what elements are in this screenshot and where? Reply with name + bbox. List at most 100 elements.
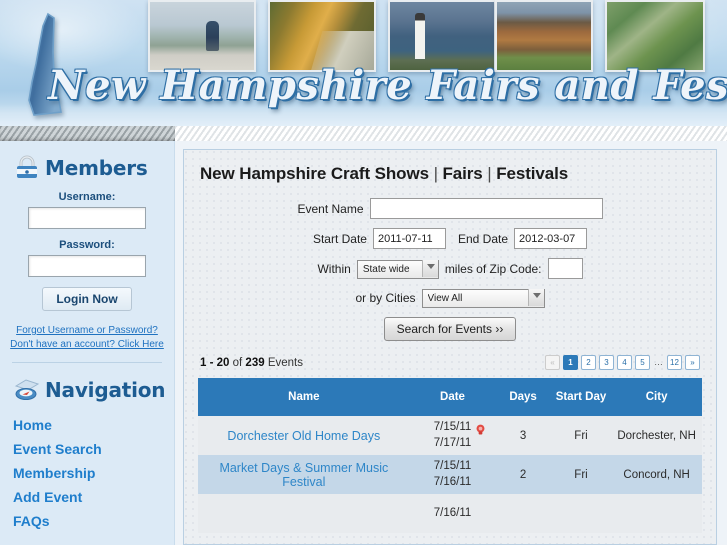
event-link[interactable]: Market Days & Summer Music Festival xyxy=(219,461,388,489)
pagination-next[interactable]: » xyxy=(685,355,700,370)
end-date-input[interactable] xyxy=(514,228,588,249)
event-start-day-cell: Fri xyxy=(550,416,612,455)
red-marker-icon xyxy=(476,424,485,435)
nav-item-membership[interactable]: Membership xyxy=(0,461,174,485)
main-content: New Hampshire Craft Shows | Fairs | Fest… xyxy=(175,141,727,545)
padlock-icon xyxy=(17,155,37,178)
date-end: 7/17/11 xyxy=(433,436,472,449)
form-row-cities: or by Cities View All xyxy=(198,288,702,308)
results-events-word: Events xyxy=(267,356,303,369)
results-range: 1 - 20 xyxy=(200,356,230,369)
date-start: 7/15/11 xyxy=(433,459,472,472)
username-label: Username: xyxy=(58,191,116,203)
pagination-page-4[interactable]: 4 xyxy=(617,355,632,370)
event-city-cell xyxy=(611,494,702,533)
event-name-cell: Dorchester Old Home Days xyxy=(198,416,410,455)
event-search-form: Event Name Start Date End Date Within xyxy=(198,198,702,341)
date-start-wrap: 7/15/11 xyxy=(433,420,485,436)
event-name-cell: Market Days & Summer Music Festival xyxy=(198,455,410,494)
forgot-password-link[interactable]: Forgot Username or Password? xyxy=(0,325,174,336)
cities-label: or by Cities xyxy=(355,291,416,305)
start-date-input[interactable] xyxy=(372,228,446,249)
cities-select[interactable]: View All xyxy=(421,289,545,308)
page-title-part1: New Hampshire Craft Shows xyxy=(200,164,429,183)
event-link[interactable]: Dorchester Old Home Days xyxy=(227,429,380,443)
members-heading: Members xyxy=(0,155,174,181)
members-heading-label: Members xyxy=(45,156,148,180)
event-city-cell: Dorchester, NH xyxy=(611,416,702,455)
sidebar-divider xyxy=(12,362,162,363)
date-end: 7/16/11 xyxy=(433,475,472,488)
miles-zip-label: miles of Zip Code: xyxy=(444,261,542,276)
pagination-page-3[interactable]: 3 xyxy=(599,355,614,370)
page-title-part3: Festivals xyxy=(496,164,569,183)
nav-item-event-search[interactable]: Event Search xyxy=(0,437,174,461)
nav-item-home[interactable]: Home xyxy=(0,413,174,437)
events-table-header-row: Name Date Days Start Day City xyxy=(198,378,702,416)
search-for-events-button[interactable]: Search for Events ›› xyxy=(383,317,517,341)
pagination-page-5[interactable]: 5 xyxy=(635,355,650,370)
pagination-page-2[interactable]: 2 xyxy=(581,355,596,370)
events-table-body: Dorchester Old Home Days 7/15/11 7/17/11… xyxy=(198,416,702,533)
form-row-within: Within State wide miles of Zip Code: xyxy=(198,258,702,279)
date-stack: 7/15/11 7/16/11 xyxy=(434,459,472,490)
password-input[interactable] xyxy=(28,255,146,277)
pagination-ellipsis: … xyxy=(654,357,663,367)
within-select-wrapper: State wide xyxy=(356,259,439,279)
column-header-date[interactable]: Date xyxy=(409,378,496,416)
page-title-part2: Fairs xyxy=(442,164,483,183)
table-row[interactable]: Dorchester Old Home Days 7/15/11 7/17/11… xyxy=(198,416,702,455)
navigation-heading: Navigation xyxy=(0,377,174,403)
date-stack: 7/16/11 xyxy=(434,506,472,522)
page-title-sep2: | xyxy=(482,164,497,183)
pagination: « 1 2 3 4 5 … 12 » xyxy=(545,355,700,370)
column-header-city[interactable]: City xyxy=(611,378,702,416)
within-label: Within xyxy=(317,261,351,276)
date-start: 7/15/11 xyxy=(433,420,472,433)
stripe-divider-right xyxy=(175,126,727,141)
stripe-divider xyxy=(0,126,727,141)
event-start-day-cell: Fri xyxy=(550,455,612,494)
nav-item-add-event[interactable]: Add Event xyxy=(0,485,174,509)
site-wordmark: New Hampshire Fairs and Festivals xyxy=(48,62,727,109)
login-button[interactable]: Login Now xyxy=(42,287,132,311)
zip-code-input[interactable] xyxy=(547,258,583,279)
pagination-page-1[interactable]: 1 xyxy=(563,355,578,370)
events-table: Name Date Days Start Day City Dorchester… xyxy=(198,378,702,533)
form-row-dates: Start Date End Date xyxy=(198,228,702,249)
compass-icon xyxy=(14,379,40,400)
results-count: 1 - 20 of 239 Events xyxy=(200,357,303,369)
event-days-cell: 3 xyxy=(495,416,551,455)
column-header-days[interactable]: Days xyxy=(495,378,551,416)
event-date-cell: 7/15/11 7/16/11 xyxy=(409,455,496,494)
page-title: New Hampshire Craft Shows | Fairs | Fest… xyxy=(200,164,702,184)
event-name-label: Event Name xyxy=(297,201,364,216)
nav-item-faqs[interactable]: FAQs xyxy=(0,509,174,533)
username-input[interactable] xyxy=(28,207,146,229)
results-total: 239 xyxy=(245,356,265,369)
end-date-label: End Date xyxy=(457,231,509,246)
within-select[interactable]: State wide xyxy=(356,259,439,279)
sidebar: Members Username: Password: Login Now Fo… xyxy=(0,141,175,545)
event-name-cell xyxy=(198,494,410,533)
pagination-prev[interactable]: « xyxy=(545,355,560,370)
content-panel: New Hampshire Craft Shows | Fairs | Fest… xyxy=(183,149,717,545)
navigation-heading-label: Navigation xyxy=(45,378,166,402)
column-header-start-day[interactable]: Start Day xyxy=(550,378,612,416)
event-city-cell: Concord, NH xyxy=(611,455,702,494)
events-table-head: Name Date Days Start Day City xyxy=(198,378,702,416)
page-root: New Hampshire Fairs and Festivals Member… xyxy=(0,0,727,545)
column-header-name[interactable]: Name xyxy=(198,378,410,416)
pagination-page-12[interactable]: 12 xyxy=(667,355,682,370)
password-label: Password: xyxy=(59,239,115,251)
table-row[interactable]: Market Days & Summer Music Festival 7/15… xyxy=(198,455,702,494)
event-date-cell: 7/16/11 xyxy=(409,494,496,533)
stripe-divider-left xyxy=(0,126,175,141)
create-account-link[interactable]: Don't have an account? Click Here xyxy=(0,339,174,350)
page-title-sep1: | xyxy=(428,164,443,183)
table-row[interactable]: 7/16/11 xyxy=(198,494,702,533)
site-banner: New Hampshire Fairs and Festivals xyxy=(0,0,727,126)
event-name-input[interactable] xyxy=(369,198,603,219)
date-start: 7/16/11 xyxy=(433,506,472,519)
date-stack: 7/15/11 7/17/11 xyxy=(433,420,485,451)
